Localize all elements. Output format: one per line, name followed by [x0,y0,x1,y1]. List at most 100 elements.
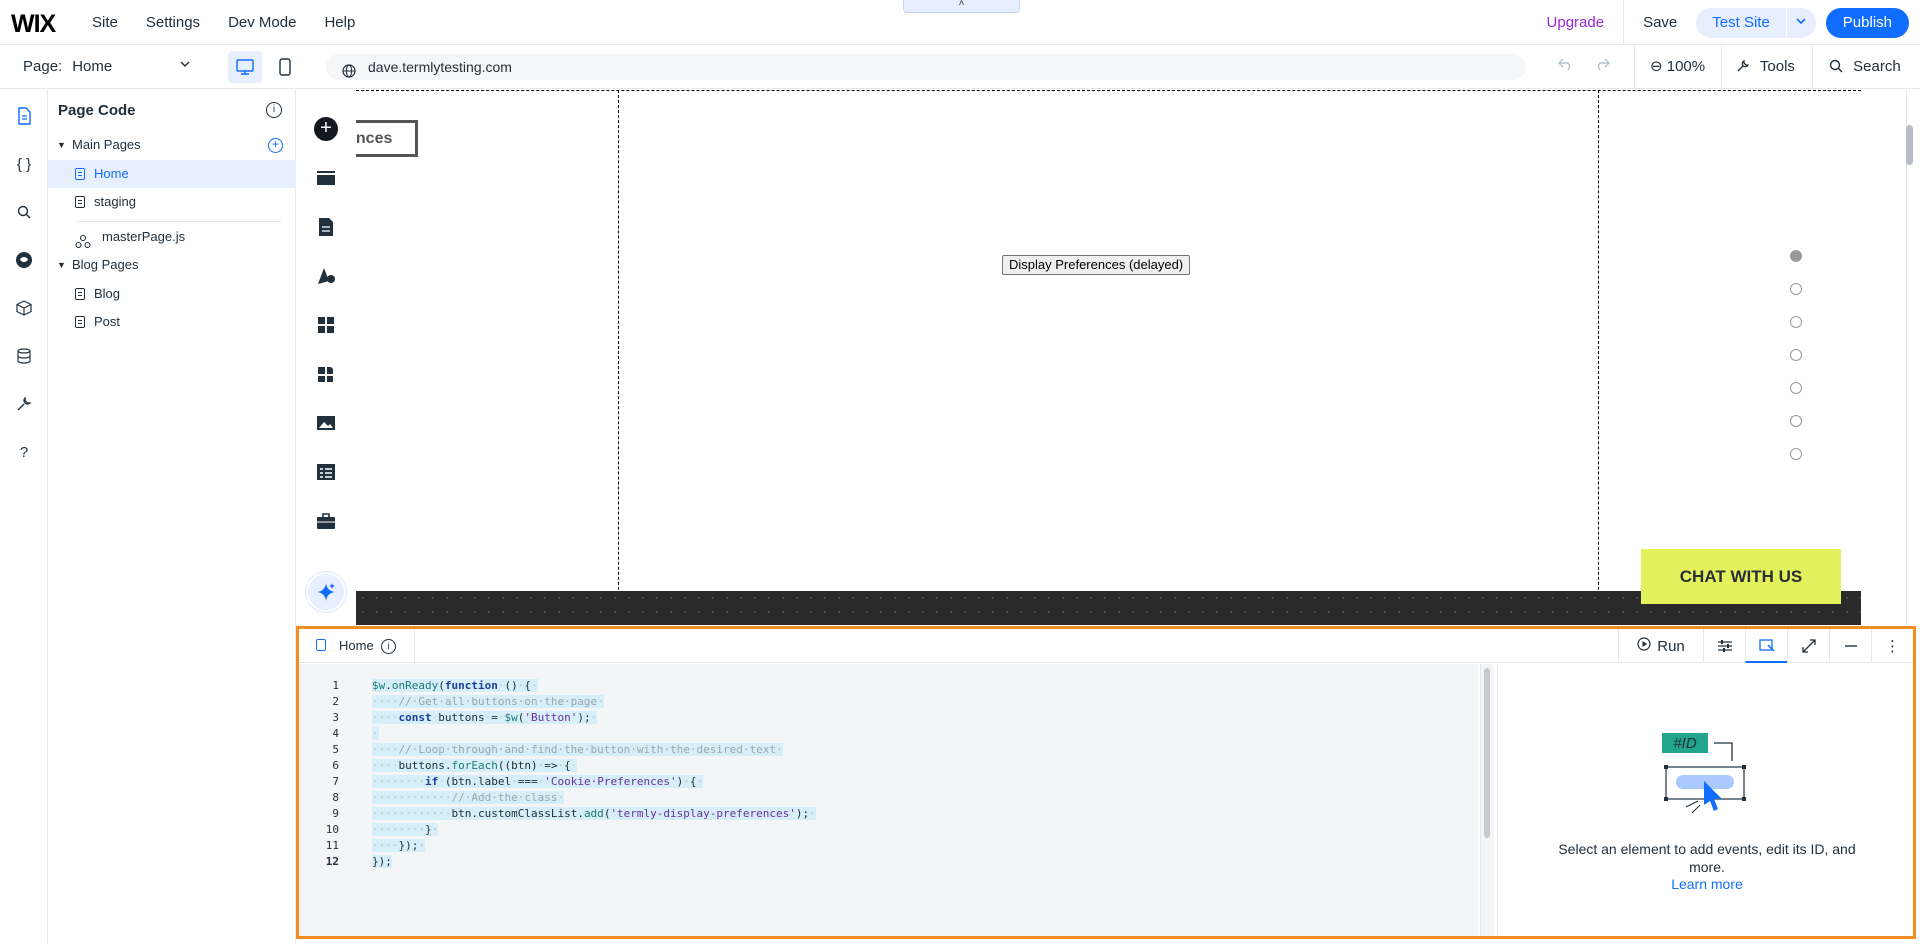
page-file-icon [75,316,85,328]
collapse-triangle-icon: ▼ [57,140,66,150]
info-icon[interactable]: i [266,102,282,118]
anchor-dot[interactable] [1790,316,1802,328]
menu-site[interactable]: Site [92,14,118,31]
zoom-control[interactable]: ⊖ 100% [1634,45,1720,89]
gridline-left [618,90,619,625]
add-page-icon[interactable]: + [268,138,283,153]
section-blog-pages[interactable]: ▼ Blog Pages [48,252,296,278]
site-url-bar[interactable]: dave.termlytesting.com [326,54,1526,80]
line-number: 5 [332,743,339,756]
portfolio-icon[interactable] [313,508,339,534]
section-main-pages[interactable]: ▼ Main Pages + [48,132,296,158]
anchor-dot[interactable] [1790,250,1802,262]
chevron-down-icon [179,58,191,73]
wix-logo[interactable]: WIX [11,10,56,39]
info-icon[interactable]: i [381,639,396,654]
page-code-icon[interactable] [12,104,36,128]
learn-more-link[interactable]: Learn more [1558,876,1856,892]
top-bar: WIX Site Settings Dev Mode Help ˄ Upgrad… [0,0,1920,45]
github-icon[interactable] [12,248,36,272]
upgrade-link[interactable]: Upgrade [1528,0,1625,45]
tools-button[interactable]: Tools [1721,45,1811,89]
scroll-thumb[interactable] [1906,125,1913,165]
run-button[interactable]: Run [1618,629,1703,663]
anchor-dot[interactable] [1790,415,1802,427]
empty-state-text: Select an element to add events, edit it… [1558,841,1856,875]
code-panel-header: Home i Run ⋮ [299,629,1913,663]
anchor-navigation [1790,250,1802,481]
apps-icon[interactable] [313,312,339,338]
publish-button[interactable]: Publish [1825,7,1909,38]
undo-redo [1558,57,1610,76]
page-item-blog[interactable]: Blog [48,280,296,308]
menu-help[interactable]: Help [324,14,355,31]
site-url: dave.termlytesting.com [368,59,512,75]
mobile-icon[interactable] [268,51,302,83]
code-panel: Home i Run ⋮ 123456 7 8 9 10 11 12 $w.on… [296,626,1916,939]
redo-icon[interactable] [1594,57,1610,76]
properties-events-icon[interactable] [1745,629,1787,663]
page-file-icon [75,288,85,300]
code-content[interactable]: $w.onReady(function·()·{· ····//·Get·all… [372,678,816,870]
search-icon[interactable] [12,200,36,224]
anchor-dot[interactable] [1790,349,1802,361]
more-options-icon[interactable]: ⋮ [1871,629,1913,663]
code-line: $w.onReady(function·()·{· [372,679,538,692]
minimize-icon[interactable] [1829,629,1871,663]
anchor-dot[interactable] [1790,448,1802,460]
scroll-thumb[interactable] [1484,668,1490,838]
desktop-icon[interactable] [228,51,262,83]
sections-icon[interactable] [313,165,339,191]
menu-settings[interactable]: Settings [146,14,200,31]
anchor-dot[interactable] [1790,382,1802,394]
search-button[interactable]: Search [1812,45,1917,89]
menu-dev-mode[interactable]: Dev Mode [228,14,296,31]
page-item-label: Post [94,314,121,329]
pages-icon[interactable] [313,214,339,240]
code-line: ········}· [372,823,439,836]
add-element-icon[interactable]: + [313,116,339,142]
collapse-topbar-tab[interactable]: ˄ [903,0,1020,13]
ai-assistant-icon[interactable] [306,572,346,612]
help-icon[interactable]: ? [12,440,36,464]
chat-with-us-button[interactable]: CHAT WITH US [1641,549,1841,604]
database-icon[interactable] [12,344,36,368]
page-selector[interactable]: Page: Home [23,58,190,75]
page-item-post[interactable]: Post [48,308,296,336]
scroll-track [1906,90,1907,625]
wrench-icon[interactable] [12,392,36,416]
collapse-triangle-icon: ▼ [57,260,66,270]
theme-icon[interactable] [313,263,339,289]
line-number: 9 [332,807,339,820]
business-apps-icon[interactable] [313,361,339,387]
cookie-preferences-button[interactable]: ences [356,120,418,157]
code-editor[interactable]: 1 2 3 4 5 6 7 8 9 10 11 12 $w.onReady(function·()·{… [299,664,1478,936]
settings-sliders-icon[interactable] [1703,629,1745,663]
media-icon[interactable] [313,410,339,436]
master-page-item[interactable]: masterPage.js [48,223,296,251]
curly-braces-icon[interactable]: { } [12,152,36,176]
line-number: 1 [332,679,339,692]
page-file-icon [75,196,85,208]
expand-icon[interactable] [1787,629,1829,663]
undo-icon[interactable] [1558,57,1574,76]
save-button[interactable]: Save [1624,0,1696,45]
anchor-dot[interactable] [1790,283,1802,295]
tab-home[interactable]: Home i [299,629,415,663]
editor-canvas[interactable]: ences Display Preferences (delayed) CHAT… [356,90,1861,625]
test-site-button[interactable]: Test Site [1696,7,1786,38]
divider [76,221,281,222]
cms-icon[interactable] [313,459,339,485]
tools-label: Tools [1759,58,1795,75]
package-icon[interactable] [12,296,36,320]
page-item-staging[interactable]: staging [48,188,296,216]
chevron-down-icon[interactable] [1785,7,1816,38]
display-preferences-button[interactable]: Display Preferences (delayed) [1002,255,1191,275]
page-item-label: Blog [94,286,121,301]
code-scrollbar[interactable] [1480,664,1494,936]
canvas-scrollbar[interactable] [1861,90,1920,625]
page-item-home[interactable]: Home [48,160,296,188]
line-number: 12 [325,855,339,868]
search-icon [1829,58,1853,75]
code-line: ········if·(btn.label·===·'Cookie·Prefer… [372,775,704,788]
